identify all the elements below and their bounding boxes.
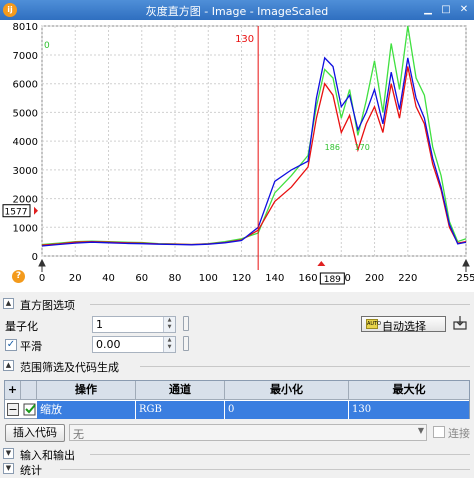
x-tick-label: 0 (39, 273, 45, 284)
left-annotation: 0 (44, 41, 50, 51)
spinner-arrows[interactable]: ▲ ▼ (163, 337, 175, 352)
link-checkbox[interactable] (433, 426, 445, 438)
row-checkbox[interactable] (23, 402, 37, 417)
x-axis: 020406080100120140160180200220255 (39, 273, 474, 284)
close-icon[interactable]: ✕ (456, 2, 472, 18)
y-tick-label: 6000 (13, 80, 38, 91)
threshold-label: 130 (235, 34, 254, 45)
chart-grid (41, 25, 467, 257)
smooth-label: 平滑 (20, 340, 42, 353)
link-label: 连接 (448, 427, 470, 440)
column-header-channel[interactable]: 通道 (136, 381, 225, 400)
y-marker-arrow-icon (34, 206, 38, 215)
x-tick-label: 160 (298, 273, 317, 284)
y-tick-label: 4000 (13, 137, 38, 148)
histogram-options-header[interactable]: ▲ 直方图选项 (0, 296, 474, 312)
y-tick-label: 7000 (13, 51, 38, 62)
io-section-header[interactable]: ▼ 输入和输出 (0, 446, 474, 462)
table-cell-min[interactable]: 0 (225, 401, 349, 419)
right-cursor-arrow-icon (462, 258, 470, 272)
section-label: 范围筛选及代码生成 (20, 361, 119, 374)
x-tick-label: 40 (102, 273, 115, 284)
table-cell-channel[interactable]: RGB (136, 401, 225, 419)
x-tick-label: 80 (169, 273, 182, 284)
x-tick-label: 100 (199, 273, 218, 284)
filter-table: + 操作 通道 最小化 最大化 − 缩放 RGB 0 130 (4, 380, 470, 419)
peak-annotation: 170 (355, 143, 370, 152)
collapse-chevron-icon[interactable]: ▲ (3, 360, 14, 371)
y-marker-label: 1577 (5, 208, 28, 218)
add-row-button[interactable]: + (5, 381, 21, 400)
peak-annotation: 186 (325, 143, 340, 152)
spin-up-icon[interactable]: ▲ (164, 337, 175, 344)
insert-code-combo[interactable]: 无 ▼ (69, 424, 427, 441)
title-bar: ij 灰度直方图 - Image - ImageScaled ▁ □ ✕ (0, 0, 474, 20)
y-tick-label: 5000 (13, 108, 38, 119)
smooth-value: 0.00 (96, 338, 121, 351)
section-divider (90, 454, 470, 455)
column-header-max[interactable]: 最大化 (349, 381, 469, 400)
section-divider (140, 366, 470, 367)
stats-section-header[interactable]: ▼ 统计 (0, 461, 474, 477)
y-tick-label: 0 (32, 252, 38, 263)
spin-down-icon[interactable]: ▼ (164, 344, 175, 351)
column-header-operation[interactable]: 操作 (37, 381, 136, 400)
quantize-value: 1 (96, 318, 103, 331)
x-tick-label: 120 (232, 273, 251, 284)
maximize-icon[interactable]: □ (438, 2, 454, 18)
y-tick-label: 2000 (13, 195, 38, 206)
top-marker-icon (317, 261, 326, 266)
auto-icon: AUTO (366, 319, 382, 329)
histogram-chart[interactable]: 010002000300040005000600070008010 0 20 40 6… (0, 20, 474, 292)
spinner-arrows[interactable]: ▲ ▼ (163, 317, 175, 332)
help-icon[interactable]: ? (12, 270, 25, 283)
column-header-min[interactable]: 最小化 (225, 381, 349, 400)
x-tick-label: 255 (456, 273, 474, 284)
smooth-checkbox[interactable]: ✓ (5, 339, 17, 351)
expand-chevron-icon[interactable]: ▼ (3, 463, 14, 474)
window-title: 灰度直方图 - Image - ImageScaled (145, 5, 329, 18)
quantize-slider-thumb[interactable] (183, 316, 189, 331)
quantize-label: 量子化 (5, 320, 38, 333)
smooth-slider-thumb[interactable] (183, 336, 189, 351)
y-tick-label: 8010 (13, 22, 38, 33)
auto-select-button[interactable]: AUTO 自动选择 (361, 316, 446, 333)
spin-down-icon[interactable]: ▼ (164, 324, 175, 331)
header-spacer (21, 381, 37, 400)
section-divider (60, 469, 470, 470)
table-cell-operation[interactable]: 缩放 (37, 401, 136, 419)
section-divider (90, 304, 470, 305)
remove-row-button[interactable]: − (7, 403, 19, 416)
combo-value: 无 (73, 428, 84, 441)
quantize-spinner[interactable]: 1 ▲ ▼ (92, 316, 176, 333)
chevron-down-icon[interactable]: ▼ (418, 426, 424, 435)
collapse-chevron-icon[interactable]: ▲ (3, 298, 14, 309)
export-icon[interactable] (452, 315, 468, 331)
x-tick-label: 200 (365, 273, 384, 284)
minimize-icon[interactable]: ▁ (420, 2, 436, 18)
left-cursor-arrow-icon (38, 258, 46, 272)
smooth-spinner[interactable]: 0.00 ▲ ▼ (92, 336, 176, 353)
section-label: 直方图选项 (20, 299, 75, 312)
x-tick-label: 20 (69, 273, 82, 284)
table-cell-max[interactable]: 130 (349, 401, 469, 419)
y-tick-label: 1000 (13, 223, 38, 234)
filter-section-header[interactable]: ▲ 范围筛选及代码生成 (0, 358, 474, 374)
x-tick-label: 140 (265, 273, 284, 284)
x-tick-label: 60 (135, 273, 148, 284)
x-tick-label: 220 (398, 273, 417, 284)
insert-code-button[interactable]: 插入代码 (5, 424, 65, 442)
x-cursor-label: 189 (324, 275, 341, 285)
y-axis: 0 1000 2000 3000 4000 5000 6000 7000 8010 (13, 22, 38, 263)
expand-chevron-icon[interactable]: ▼ (3, 448, 14, 459)
spin-up-icon[interactable]: ▲ (164, 317, 175, 324)
y-tick-label: 3000 (13, 166, 38, 177)
histogram-chart-area[interactable]: 0 1000 2000 3000 4000 5000 6000 7000 8010 0 20 40 6… (0, 20, 474, 292)
auto-select-label: 自动选择 (382, 320, 426, 333)
